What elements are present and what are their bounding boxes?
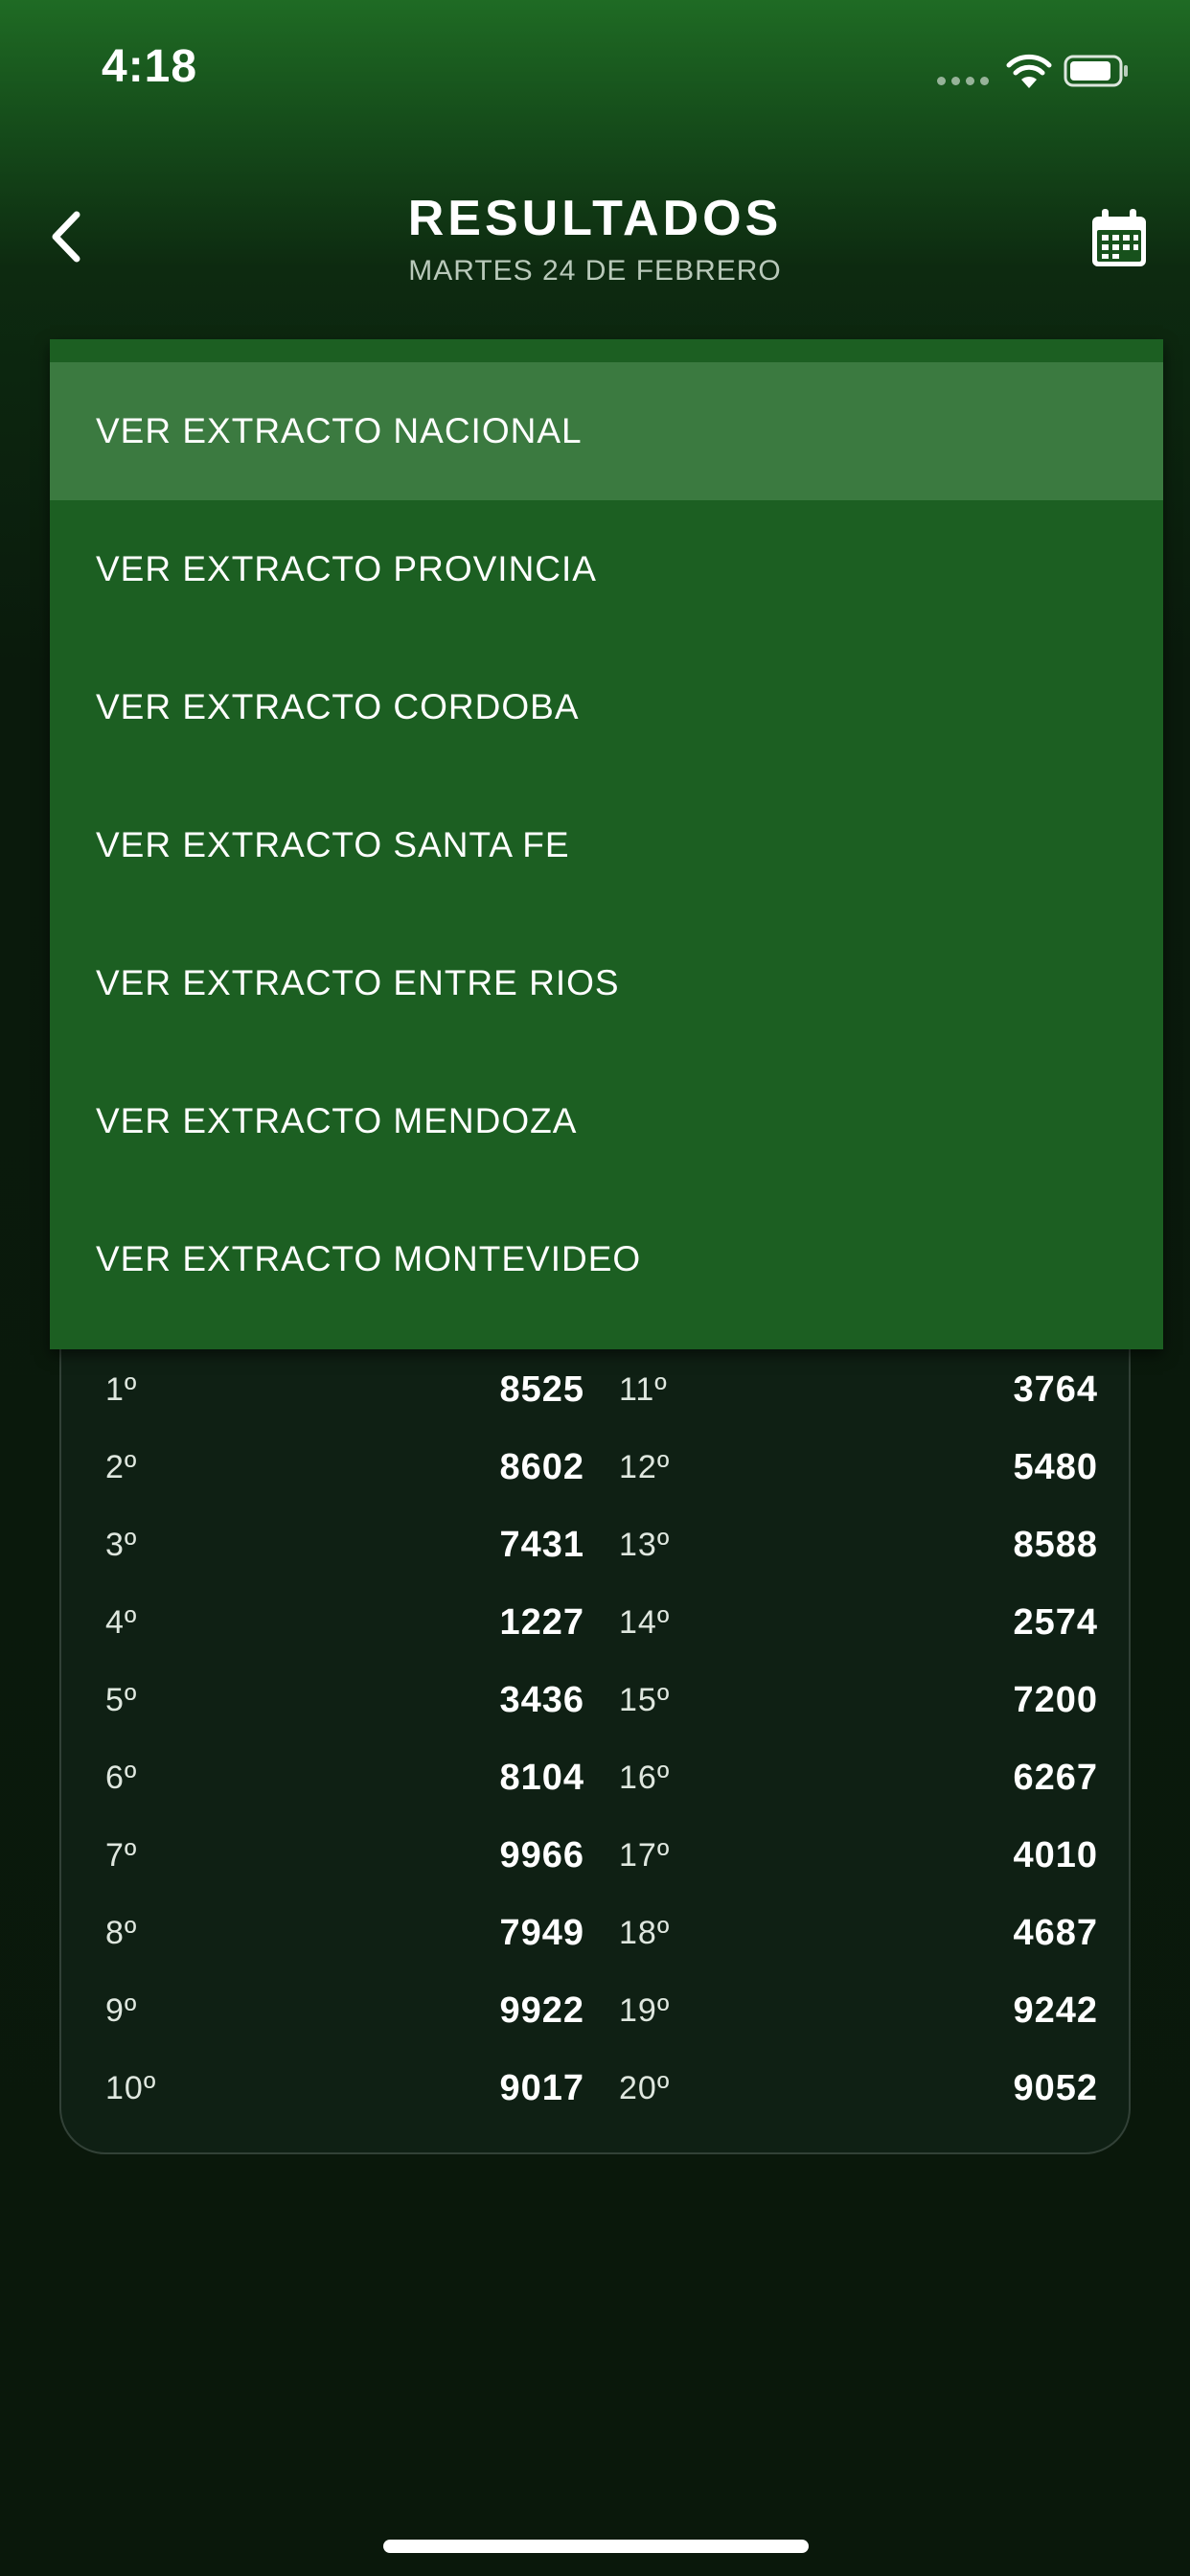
cellular-signal-icon	[937, 77, 991, 88]
header: RESULTADOS MARTES 24 DE FEBRERO	[0, 172, 1190, 307]
status-bar: 4:18	[0, 0, 1190, 134]
result-number: 6267	[1013, 1758, 1098, 1798]
menu-item-extracto-montevideo[interactable]: VER EXTRACTO MONTEVIDEO	[50, 1190, 1163, 1328]
result-position: 7º	[105, 1837, 138, 1874]
result-position: 12º	[619, 1449, 671, 1485]
result-number: 9966	[499, 1835, 584, 1875]
battery-icon	[1064, 55, 1128, 87]
result-row: 15º 7200	[619, 1662, 1098, 1739]
result-row: 1º 8525	[105, 1351, 584, 1429]
result-number: 7949	[499, 1913, 584, 1953]
result-number: 9052	[1013, 2068, 1098, 2108]
result-position: 10º	[105, 2070, 157, 2106]
extracto-dropdown-menu: VER EXTRACTO NACIONAL VER EXTRACTO PROVI…	[50, 339, 1163, 1349]
result-row: 8º 7949	[105, 1895, 584, 1972]
result-position: 18º	[619, 1915, 671, 1951]
result-position: 9º	[105, 1992, 138, 2029]
result-row: 12º 5480	[619, 1429, 1098, 1506]
page-subtitle-date: MARTES 24 DE FEBRERO	[408, 255, 782, 287]
result-position: 8º	[105, 1915, 138, 1951]
menu-item-extracto-provincia[interactable]: VER EXTRACTO PROVINCIA	[50, 500, 1163, 638]
menu-item-extracto-mendoza[interactable]: VER EXTRACTO MENDOZA	[50, 1052, 1163, 1190]
calendar-icon	[1092, 209, 1146, 266]
result-position: 15º	[619, 1682, 671, 1718]
menu-item-extracto-entre-rios[interactable]: VER EXTRACTO ENTRE RIOS	[50, 914, 1163, 1052]
result-row: 17º 4010	[619, 1817, 1098, 1895]
menu-item-extracto-santa-fe[interactable]: VER EXTRACTO SANTA FE	[50, 776, 1163, 914]
result-row: 10º 9017	[105, 2050, 584, 2128]
status-time: 4:18	[102, 41, 198, 92]
result-row: 9º 9922	[105, 1972, 584, 2050]
result-position: 11º	[619, 1371, 668, 1408]
calendar-button[interactable]	[1088, 207, 1150, 270]
menu-item-extracto-cordoba[interactable]: VER EXTRACTO CORDOBA	[50, 638, 1163, 776]
result-row: 6º 8104	[105, 1739, 584, 1817]
result-row: 2º 8602	[105, 1429, 584, 1506]
result-number: 9242	[1013, 1990, 1098, 2031]
result-row: 14º 2574	[619, 1584, 1098, 1662]
result-position: 19º	[619, 1992, 671, 2029]
result-position: 3º	[105, 1527, 138, 1563]
result-position: 4º	[105, 1604, 138, 1641]
result-position: 16º	[619, 1760, 671, 1796]
result-position: 6º	[105, 1760, 138, 1796]
result-number: 2574	[1013, 1602, 1098, 1643]
result-position: 14º	[619, 1604, 671, 1641]
result-number: 8588	[1013, 1525, 1098, 1565]
result-position: 20º	[619, 2070, 671, 2106]
result-number: 1227	[499, 1602, 584, 1643]
menu-item-extracto-nacional[interactable]: VER EXTRACTO NACIONAL	[50, 362, 1163, 500]
result-number: 9922	[499, 1990, 584, 2031]
result-number: 3764	[1013, 1369, 1098, 1410]
result-row: 5º 3436	[105, 1662, 584, 1739]
result-position: 13º	[619, 1527, 671, 1563]
result-row: 13º 8588	[619, 1506, 1098, 1584]
result-row: 19º 9242	[619, 1972, 1098, 2050]
result-row: 3º 7431	[105, 1506, 584, 1584]
result-number: 4687	[1013, 1913, 1098, 1953]
result-number: 8525	[499, 1369, 584, 1410]
result-row: 7º 9966	[105, 1817, 584, 1895]
result-number: 7200	[1013, 1680, 1098, 1720]
result-row: 16º 6267	[619, 1739, 1098, 1817]
result-position: 17º	[619, 1837, 671, 1874]
result-number: 3436	[499, 1680, 584, 1720]
result-position: 2º	[105, 1449, 138, 1485]
result-row: 4º 1227	[105, 1584, 584, 1662]
result-number: 9017	[499, 2068, 584, 2108]
results-column-left: 1º 8525 2º 8602 3º 7431 4º 1227 5º 3436 6º 810…	[105, 1351, 584, 2128]
result-row: 20º 9052	[619, 2050, 1098, 2128]
result-position: 5º	[105, 1682, 138, 1718]
result-number: 7431	[499, 1525, 584, 1565]
result-number: 4010	[1013, 1835, 1098, 1875]
results-column-right: 11º 3764 12º 5480 13º 8588 14º 2574 15º 7200 …	[619, 1351, 1098, 2128]
result-position: 1º	[105, 1371, 138, 1408]
result-row: 18º 4687	[619, 1895, 1098, 1972]
wifi-icon	[1006, 54, 1052, 88]
result-number: 5480	[1013, 1447, 1098, 1487]
home-indicator[interactable]	[383, 2540, 809, 2553]
page-title: RESULTADOS	[407, 191, 783, 246]
result-number: 8602	[499, 1447, 584, 1487]
result-row: 11º 3764	[619, 1351, 1098, 1429]
result-number: 8104	[499, 1758, 584, 1798]
